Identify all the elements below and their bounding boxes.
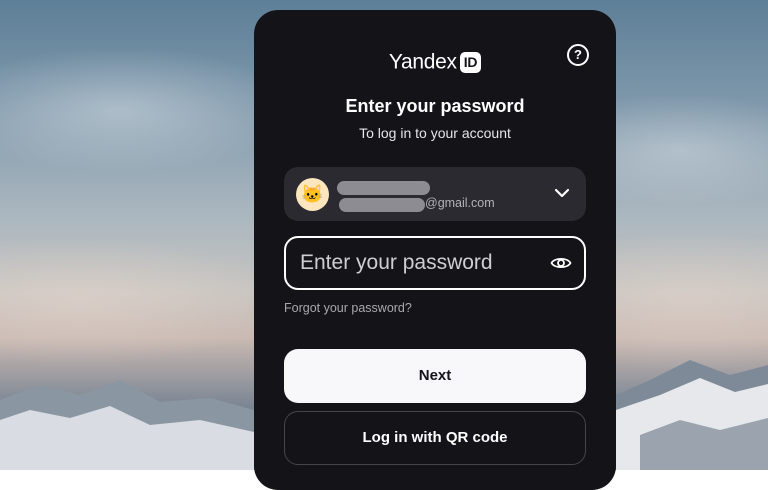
help-button[interactable]: ? [567,44,589,66]
cat-face-icon: 🐱 [301,184,324,204]
account-email-redacted [339,198,425,212]
qr-login-button[interactable]: Log in with QR code [284,411,586,465]
yandex-id-logo[interactable]: Yandex ID [254,48,616,76]
login-card: Yandex ID ? Enter your password To log in… [254,10,616,490]
avatar: 🐱 [296,178,329,211]
forgot-password-link[interactable]: Forgot your password? [284,301,412,315]
logo-id-badge: ID [459,51,482,73]
next-button[interactable]: Next [284,349,586,403]
password-field[interactable] [284,236,586,290]
account-email-domain: @gmail.com [425,196,495,210]
password-input[interactable] [300,238,540,288]
chevron-down-icon[interactable] [554,187,570,199]
question-circle-icon: ? [574,47,582,62]
eye-icon[interactable] [550,254,572,272]
page-subtitle: To log in to your account [359,125,511,141]
account-selector[interactable]: 🐱 @gmail.com [284,167,586,221]
page-title: Enter your password [345,96,525,116]
logo-wordmark: Yandex [388,50,457,74]
account-name-redacted [337,181,430,195]
